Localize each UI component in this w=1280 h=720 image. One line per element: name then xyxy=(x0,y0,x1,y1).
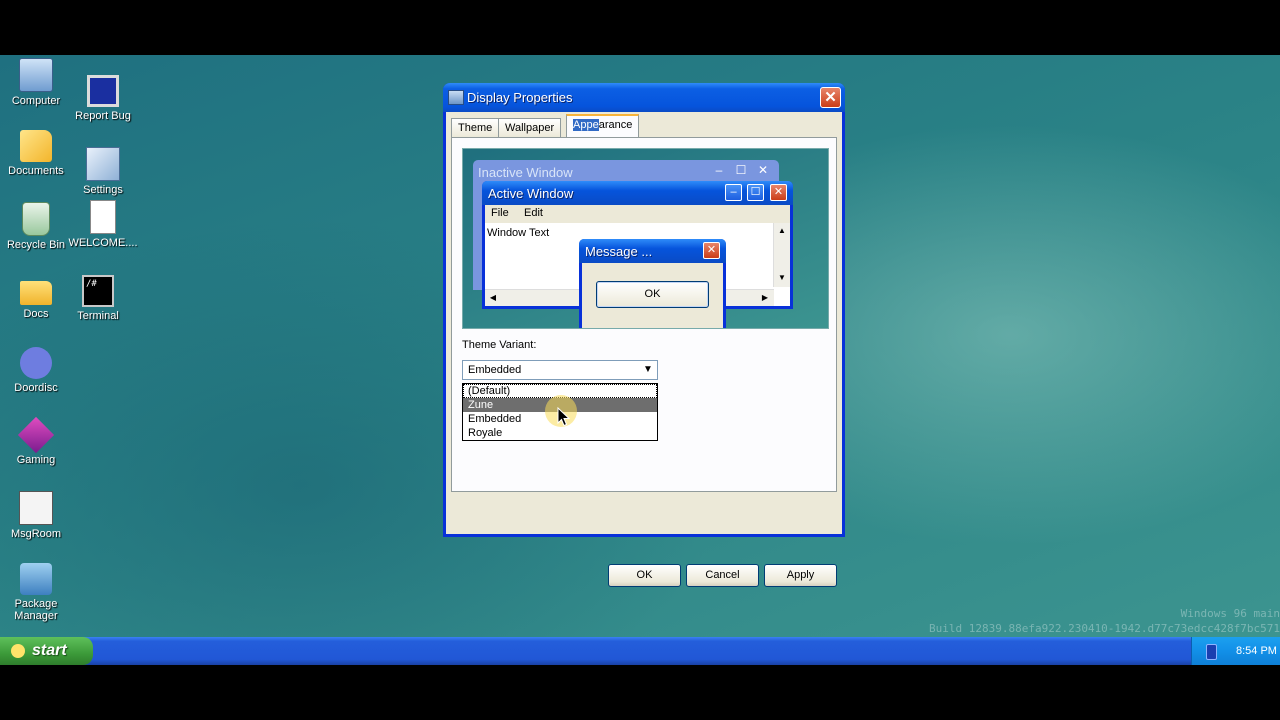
message-box-preview: Message ... ✕ OK xyxy=(579,239,726,328)
desktop-icon-documents[interactable]: Documents xyxy=(0,130,72,177)
theme-preview: Inactive Window ‒ ☐ ✕ Active Window ‒ ☐ … xyxy=(462,148,829,329)
build-watermark: Windows 96 main Build 12839.88efa922.230… xyxy=(929,606,1280,636)
ok-button[interactable]: OK xyxy=(608,564,681,587)
system-tray: 8:54 PM xyxy=(1191,637,1280,665)
desktop-icon-terminal[interactable]: /# Terminal xyxy=(62,275,134,322)
message-ok-button: OK xyxy=(596,281,709,308)
desktop-icon-label: Package Manager xyxy=(14,598,58,622)
desktop-icon-computer[interactable]: Computer xyxy=(0,58,72,107)
terminal-icon: /# xyxy=(82,275,114,307)
maximize-icon: ☐ xyxy=(735,163,747,177)
folder-icon xyxy=(20,281,52,305)
desktop-icon-settings[interactable]: Settings xyxy=(67,147,139,196)
appearance-panel: Inactive Window ‒ ☐ ✕ Active Window ‒ ☐ … xyxy=(451,137,837,492)
tab-label-selected-part: Appe xyxy=(573,119,599,131)
desktop-icon-label: Documents xyxy=(8,165,64,177)
tab-wallpaper[interactable]: Wallpaper xyxy=(498,118,562,137)
desktop-icon-label: Recycle Bin xyxy=(6,239,66,251)
tab-appearance[interactable]: Appearance xyxy=(566,114,640,138)
watermark-line: Build 12839.88efa922.230410-1942.d77c73e… xyxy=(929,622,1280,635)
settings-icon xyxy=(86,147,120,181)
display-properties-dialog: Display Properties ✕ Theme Wallpaper App… xyxy=(443,83,845,587)
desktop-icon-package-manager[interactable]: Package Manager xyxy=(0,563,72,622)
clock[interactable]: 8:54 PM xyxy=(1236,637,1277,665)
theme-variant-value: Embedded xyxy=(468,364,522,376)
scroll-right-icon: ▶ xyxy=(761,293,769,302)
chevron-down-icon: ▼ xyxy=(643,364,653,375)
tab-label: Theme xyxy=(458,122,493,134)
msgroom-icon xyxy=(19,491,53,525)
tab-theme[interactable]: Theme xyxy=(451,118,500,137)
close-icon: ✕ xyxy=(770,184,787,201)
package-icon xyxy=(20,563,52,595)
display-icon xyxy=(448,90,464,105)
start-logo-icon xyxy=(11,644,25,658)
desktop-icon-msgroom[interactable]: MsgRoom xyxy=(0,491,72,540)
minimize-icon: ‒ xyxy=(715,163,723,177)
terminal-glyph: /# xyxy=(86,279,97,289)
apply-button[interactable]: Apply xyxy=(764,564,837,587)
chat-app-icon xyxy=(20,347,52,379)
active-window-preview: Active Window ‒ ☐ ✕ File Edit Window Tex… xyxy=(482,181,793,328)
cancel-button[interactable]: Cancel xyxy=(686,564,759,587)
inactive-window-title: Inactive Window xyxy=(478,165,573,180)
message-body: OK xyxy=(582,263,723,328)
desktop-icon-label: Settings xyxy=(83,184,123,196)
gaming-icon xyxy=(17,416,55,454)
active-window-titlebar: Active Window ‒ ☐ ✕ xyxy=(482,181,793,205)
scroll-left-icon: ◀ xyxy=(489,293,497,302)
desktop-icon-label: Gaming xyxy=(16,454,56,466)
text-file-icon xyxy=(90,200,116,234)
desktop-icon-recycle-bin[interactable]: Recycle Bin xyxy=(0,202,72,251)
recycle-bin-icon xyxy=(22,202,50,236)
message-title: Message ... xyxy=(585,244,653,259)
tab-label: Wallpaper xyxy=(505,122,555,134)
desktop-icon-label: WELCOME.... xyxy=(68,237,138,249)
desktop-icon-label: Report Bug xyxy=(75,110,131,122)
monitor-icon xyxy=(87,75,119,107)
desktop-icon-label: Doordisc xyxy=(14,382,58,394)
documents-icon xyxy=(20,130,52,162)
active-window-title: Active Window xyxy=(488,186,574,201)
mouse-pointer-icon xyxy=(557,407,571,427)
desktop-icon-label: MsgRoom xyxy=(10,528,62,540)
dialog-title: Display Properties xyxy=(467,90,573,105)
scroll-down-icon: ▼ xyxy=(778,273,786,282)
menu-edit: Edit xyxy=(524,207,543,219)
desktop-icon-welcome[interactable]: WELCOME.... xyxy=(67,200,139,249)
watermark-line: Windows 96 main xyxy=(1180,607,1280,620)
close-icon: ✕ xyxy=(703,242,720,259)
computer-icon xyxy=(19,58,53,92)
tab-label-rest: arance xyxy=(598,119,633,131)
menu-file: File xyxy=(491,207,509,219)
desktop-icon-label: Docs xyxy=(23,308,49,320)
dialog-client-area: Theme Wallpaper Appearance Inactive Wind… xyxy=(446,112,842,587)
desktop-icon-gaming[interactable]: Gaming xyxy=(0,416,72,466)
dialog-titlebar[interactable]: Display Properties ✕ xyxy=(443,83,845,112)
desktop-icon-label: Terminal xyxy=(77,310,119,322)
desktop-icon-report-bug[interactable]: Report Bug xyxy=(67,75,139,122)
close-button[interactable]: ✕ xyxy=(820,87,841,108)
minimize-icon: ‒ xyxy=(725,184,742,201)
preview-menubar: File Edit xyxy=(485,205,790,223)
start-label: start xyxy=(32,642,67,659)
desktop-icon-label: Computer xyxy=(11,95,61,107)
close-icon: ✕ xyxy=(824,89,837,106)
scroll-up-icon: ▲ xyxy=(778,226,786,235)
close-icon: ✕ xyxy=(757,163,769,177)
start-button[interactable]: start xyxy=(0,637,93,665)
vertical-scrollbar: ▲ ▼ xyxy=(773,223,790,287)
desktop-icon-doordisc[interactable]: Doordisc xyxy=(0,347,72,394)
phone-icon[interactable] xyxy=(1206,644,1217,660)
taskbar: start 8:54 PM xyxy=(0,637,1280,665)
message-titlebar: Message ... ✕ xyxy=(579,239,726,263)
theme-variant-label: Theme Variant: xyxy=(462,339,537,351)
maximize-icon: ☐ xyxy=(747,184,764,201)
theme-variant-select[interactable]: Embedded ▼ xyxy=(462,360,658,380)
window-text: Window Text xyxy=(487,227,550,239)
option-royale[interactable]: Royale xyxy=(463,426,657,440)
